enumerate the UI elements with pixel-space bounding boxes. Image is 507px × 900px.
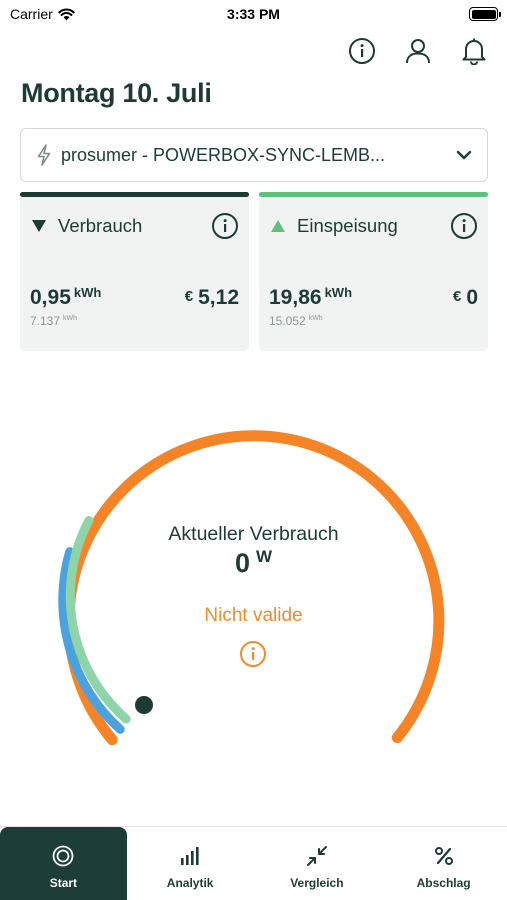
- consumption-card[interactable]: Verbrauch 0,95 kWh 7.137 kWh €5,12: [20, 192, 249, 351]
- header-actions: [347, 36, 489, 66]
- status-bar: Carrier 3:33 PM: [0, 0, 507, 30]
- feedin-meter-reading: 15.052 kWh: [269, 314, 323, 328]
- tab-start-label: Start: [49, 876, 78, 890]
- feedin-amount: 0: [466, 286, 478, 309]
- tab-abschlag[interactable]: Abschlag: [380, 827, 507, 900]
- info-icon: [349, 38, 375, 64]
- consumption-energy: 0,95 kWh: [30, 285, 102, 310]
- gauge-value-unit: W: [255, 547, 273, 566]
- info-button[interactable]: [347, 36, 377, 66]
- gauge-value-number: 0: [234, 548, 250, 578]
- gauge-status: Nicht valide: [204, 605, 303, 626]
- bar-chart-icon: [181, 847, 199, 865]
- tab-bar: Start Analytik Vergleich Abschlag: [0, 826, 507, 900]
- feedin-energy-value: 19,86: [269, 286, 322, 309]
- gauge-value: 0W: [0, 547, 507, 579]
- info-icon[interactable]: [450, 212, 478, 240]
- feedin-currency: €: [452, 288, 462, 305]
- feedin-accent-bar: [259, 192, 488, 197]
- consumption-meter-reading: 7.137 kWh: [30, 314, 77, 328]
- feedin-cost: €0: [453, 286, 478, 310]
- feedin-meter-reading-value: 15.052: [269, 314, 306, 328]
- feedin-meter-unit: kWh: [308, 315, 323, 322]
- target-icon: [52, 845, 74, 867]
- notifications-button[interactable]: [459, 36, 489, 66]
- percent-icon: [434, 847, 453, 865]
- feedin-card[interactable]: Einspeisung 19,86 kWh 15.052 kWh €0: [259, 192, 488, 351]
- tab-analytik-label: Analytik: [166, 876, 214, 890]
- clock: 3:33 PM: [227, 6, 280, 22]
- triangle-down-icon: [32, 220, 46, 232]
- info-icon[interactable]: [211, 212, 239, 240]
- gauge-marker: [135, 696, 153, 714]
- tab-vergleich-label: Vergleich: [290, 876, 344, 890]
- consumption-energy-value: 0,95: [30, 286, 71, 309]
- consumption-accent-bar: [20, 192, 249, 197]
- tab-analytik[interactable]: Analytik: [127, 827, 254, 900]
- bolt-icon: [37, 144, 51, 166]
- consumption-energy-unit: kWh: [73, 285, 102, 300]
- gauge-outer-arc: [63, 430, 445, 746]
- feedin-energy-unit: kWh: [324, 285, 353, 300]
- bell-icon: [462, 38, 486, 65]
- consumption-amount: 5,12: [198, 286, 239, 309]
- compare-arrows-icon: [306, 846, 327, 866]
- meter-selector[interactable]: prosumer - POWERBOX-SYNC-LEMB...: [20, 128, 488, 182]
- feedin-energy: 19,86 kWh: [269, 285, 353, 310]
- consumption-meter-reading-value: 7.137: [30, 314, 61, 328]
- consumption-title: Verbrauch: [58, 215, 143, 236]
- tab-vergleich[interactable]: Vergleich: [254, 827, 381, 900]
- consumption-meter-unit: kWh: [63, 315, 78, 322]
- page-title: Montag 10. Juli: [21, 78, 212, 108]
- user-icon: [406, 39, 430, 64]
- meter-selector-label: prosumer - POWERBOX-SYNC-LEMB...: [61, 144, 386, 165]
- chevron-down-icon: [456, 150, 472, 160]
- consumption-cost: €5,12: [185, 286, 239, 310]
- info-icon[interactable]: [239, 640, 267, 668]
- consumption-currency: €: [184, 288, 194, 305]
- feedin-title: Einspeisung: [297, 215, 398, 236]
- triangle-up-icon: [271, 220, 285, 232]
- tab-start[interactable]: Start: [0, 827, 127, 900]
- profile-button[interactable]: [403, 36, 433, 66]
- gauge-label: Aktueller Verbrauch: [168, 523, 339, 545]
- tab-abschlag-label: Abschlag: [416, 876, 471, 890]
- battery-icon: [469, 7, 501, 21]
